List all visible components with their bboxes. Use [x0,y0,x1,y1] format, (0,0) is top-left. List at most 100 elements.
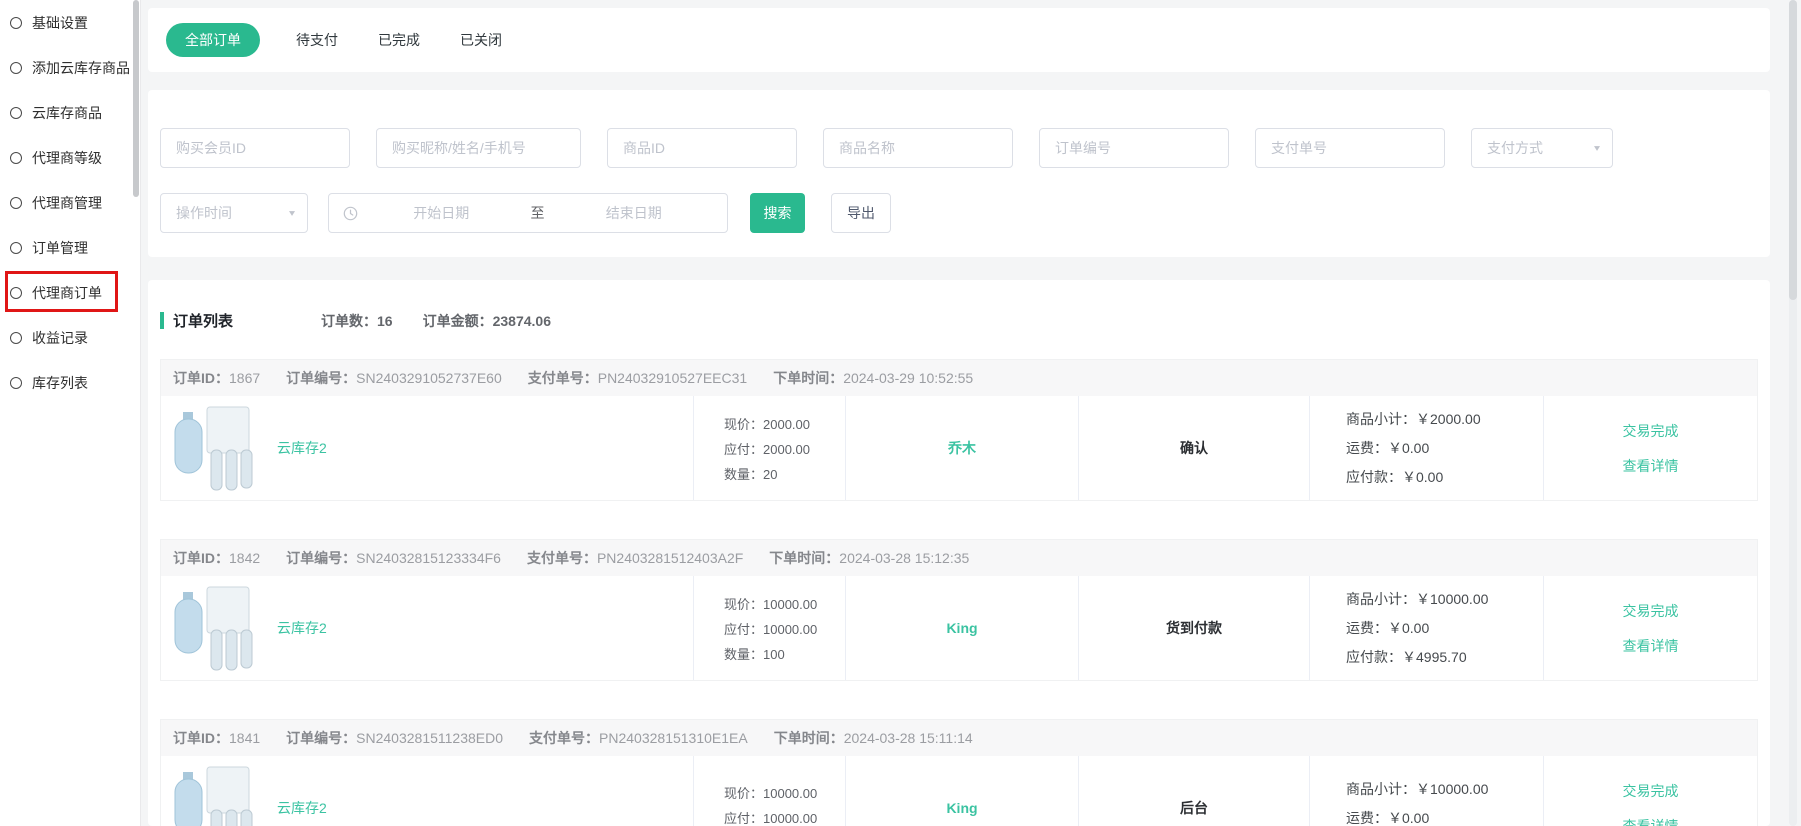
sidebar: 基础设置 添加云库存商品 云库存商品 代理商等级 代理商管理 订单管理 代理商订… [0,0,141,826]
product-name-link[interactable]: 云库存2 [277,618,327,638]
order-id-value: 1841 [229,730,260,746]
radio-circle-icon [10,62,22,74]
product-cell: 云库存2 [161,756,694,826]
order-row: 云库存2 现价：10000.00 应付：10000.00 King 后台 商品小… [161,756,1757,826]
filter-row-2: 操作时间 ▾ 开始日期 至 结束日期 搜索 导出 [160,193,1770,233]
filter-panel: 支付方式 ▾ 操作时间 ▾ 开始日期 至 结束日期 [148,90,1770,257]
sidebar-scrollbar[interactable] [133,0,139,197]
member-id-input[interactable] [160,128,350,168]
order-time-label: 下单时间： [773,370,843,386]
order-time-value: 2024-03-29 10:52:55 [843,370,973,386]
order-header: 订单ID：1867 订单编号：SN2403291052737E60 支付单号：P… [161,360,1757,396]
order-sn-value: SN2403281511238ED0 [356,730,503,746]
sidebar-item-order-manage[interactable]: 订单管理 [10,225,94,270]
pay-sn-label: 支付单号： [528,370,598,386]
pay-method-select[interactable]: 支付方式 ▾ [1471,128,1613,168]
order-list-panel: 订单列表 订单数：16 订单金额：23874.06 订单ID：1867 订单编号… [148,280,1770,826]
order-card: 订单ID：1842 订单编号：SN24032815123334F6 支付单号：P… [160,539,1758,681]
start-date-placeholder[interactable]: 开始日期 [358,203,525,223]
payable-price: 应付：10000.00 [724,808,845,826]
price-cell: 现价：10000.00 应付：10000.00 [694,756,846,826]
sidebar-item-agent-manage[interactable]: 代理商管理 [10,180,108,225]
sidebar-item-agent-orders[interactable]: 代理商订单 [10,270,108,315]
sidebar-item-label: 订单管理 [32,238,88,258]
price-cell: 现价：2000.00 应付：2000.00 数量：20 [694,396,846,500]
status-text: 交易完成 [1623,421,1679,441]
product-name-link[interactable]: 云库存2 [277,438,327,458]
order-time-label: 下单时间： [774,730,844,746]
order-type-cell: 后台 [1079,756,1310,826]
tab-pending-payment[interactable]: 待支付 [292,23,342,57]
current-price: 现价：10000.00 [724,594,845,613]
operate-time-select[interactable]: 操作时间 ▾ [160,193,308,233]
order-time-value: 2024-03-28 15:11:14 [844,730,973,746]
amount-due: 应付款：￥4995.70 [1346,647,1543,667]
sidebar-item-label: 代理商等级 [32,148,102,168]
view-detail-link[interactable]: 查看详情 [1623,816,1679,826]
radio-circle-icon [10,332,22,344]
nickname-input[interactable] [376,128,581,168]
pay-sn-label: 支付单号： [529,730,599,746]
amounts-cell: 商品小计：￥10000.00 运费：￥0.00 [1310,756,1544,826]
subtotal: 商品小计：￥2000.00 [1346,409,1543,429]
product-id-input[interactable] [607,128,797,168]
order-sn-label: 订单编号： [286,370,356,386]
pay-sn-label: 支付单号： [527,550,597,566]
order-list-title: 订单列表 [173,310,233,331]
tab-completed[interactable]: 已完成 [374,23,424,57]
payable-price: 应付：10000.00 [724,619,845,638]
order-id-value: 1867 [229,370,260,386]
sidebar-item-stock-list[interactable]: 库存列表 [10,360,94,405]
price-cell: 现价：10000.00 应付：10000.00 数量：100 [694,576,846,680]
order-no-input[interactable] [1039,128,1229,168]
order-type-cell: 货到付款 [1079,576,1310,680]
tab-all-orders[interactable]: 全部订单 [166,23,260,57]
radio-circle-icon [10,287,22,299]
buyer-cell: King [846,576,1079,680]
end-date-placeholder[interactable]: 结束日期 [551,203,718,223]
order-id-label: 订单ID： [173,550,229,566]
current-price: 现价：10000.00 [724,783,845,802]
search-button[interactable]: 搜索 [750,193,805,233]
pay-no-input[interactable] [1255,128,1445,168]
order-type-cell: 确认 [1079,396,1310,500]
current-price: 现价：2000.00 [724,414,845,433]
sidebar-item-cloud-stock-product[interactable]: 云库存商品 [10,90,108,135]
status-text: 交易完成 [1623,781,1679,801]
product-name-input[interactable] [823,128,1013,168]
sidebar-item-label: 添加云库存商品 [32,58,130,78]
view-detail-link[interactable]: 查看详情 [1623,636,1679,656]
date-range-picker[interactable]: 开始日期 至 结束日期 [328,193,728,233]
sidebar-item-agent-level[interactable]: 代理商等级 [10,135,108,180]
amounts-cell: 商品小计：￥10000.00 运费：￥0.00 应付款：￥4995.70 [1310,576,1544,680]
order-status-tabs: 全部订单 待支付 已完成 已关闭 [148,8,1770,72]
radio-circle-icon [10,242,22,254]
chevron-down-icon: ▾ [1594,142,1600,153]
freight: 运费：￥0.00 [1346,438,1543,458]
sidebar-item-label: 收益记录 [32,328,88,348]
quantity: 数量：20 [724,464,845,483]
actions-cell: 交易完成 查看详情 [1544,396,1757,500]
pay-sn-value: PN2403281512403A2F [597,550,743,566]
page-scrollbar-thumb[interactable] [1789,0,1797,300]
amounts-cell: 商品小计：￥2000.00 运费：￥0.00 应付款：￥0.00 [1310,396,1544,500]
sidebar-item-label: 代理商管理 [32,193,102,213]
order-header: 订单ID：1841 订单编号：SN2403281511238ED0 支付单号：P… [161,720,1757,756]
buyer-cell: 乔木 [846,396,1079,500]
tab-closed[interactable]: 已关闭 [456,23,506,57]
pay-sn-value: PN240328151310E1EA [599,730,748,746]
actions-cell: 交易完成 查看详情 [1544,576,1757,680]
view-detail-link[interactable]: 查看详情 [1623,456,1679,476]
order-row: 云库存2 现价：10000.00 应付：10000.00 数量：100 King… [161,576,1757,680]
order-id-value: 1842 [229,550,260,566]
sidebar-item-income-records[interactable]: 收益记录 [10,315,94,360]
sidebar-item-add-cloud-stock-product[interactable]: 添加云库存商品 [10,45,136,90]
sidebar-item-basic-settings[interactable]: 基础设置 [10,0,94,45]
export-button[interactable]: 导出 [831,193,891,233]
payable-price: 应付：2000.00 [724,439,845,458]
operate-time-placeholder: 操作时间 [176,203,232,223]
buyer-cell: King [846,756,1079,826]
pay-sn-value: PN24032910527EEC31 [598,370,747,386]
product-name-link[interactable]: 云库存2 [277,798,327,818]
amount-due: 应付款：￥0.00 [1346,467,1543,487]
